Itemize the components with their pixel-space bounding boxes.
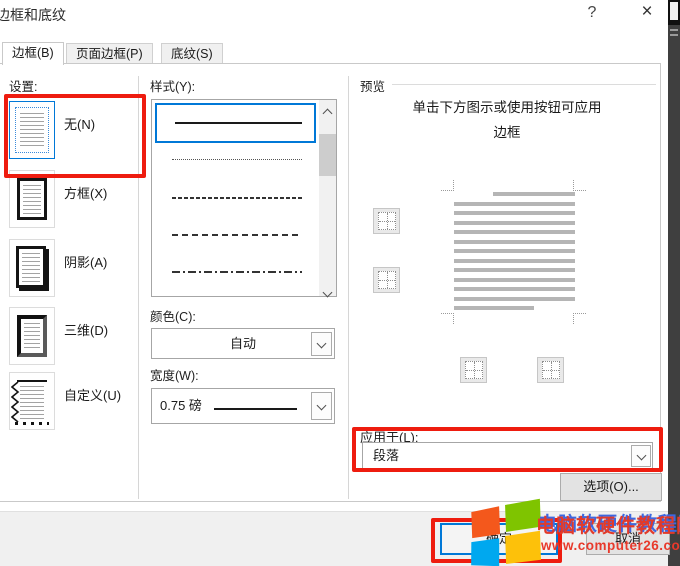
shadow-icon xyxy=(16,246,46,288)
color-combo[interactable]: 自动 xyxy=(151,328,335,359)
box-icon xyxy=(17,178,47,220)
preview-hint-line2: 边框 xyxy=(356,121,658,141)
preview-text-bar xyxy=(454,268,575,272)
right-border-button[interactable] xyxy=(537,357,564,383)
setting-3d-label[interactable]: 三维(D) xyxy=(64,320,108,339)
preview-corner-mark xyxy=(441,180,454,191)
preview-text-bar xyxy=(454,249,575,253)
setting-box-label[interactable]: 方框(X) xyxy=(64,183,107,202)
width-label: 宽度(W): xyxy=(150,365,199,384)
border-grid-icon xyxy=(465,361,483,379)
color-value: 自动 xyxy=(230,336,256,351)
preview-text-bar xyxy=(454,202,575,206)
preview-text-bar xyxy=(454,259,575,263)
tab-borders[interactable]: 边框(B) xyxy=(2,42,64,65)
preview-text-bar xyxy=(454,297,575,301)
divider xyxy=(348,76,349,499)
group-line xyxy=(392,84,656,85)
style-option-dotted[interactable] xyxy=(172,159,302,160)
preview-text-bar xyxy=(454,211,575,215)
width-dropdown-icon[interactable] xyxy=(311,392,332,420)
style-option-dashed[interactable] xyxy=(172,234,302,236)
scroll-thumb[interactable] xyxy=(319,134,336,176)
close-icon[interactable]: × xyxy=(633,0,661,24)
setting-shadow-label[interactable]: 阴影(A) xyxy=(64,252,107,271)
tab-page-border[interactable]: 页面边框(P) xyxy=(66,43,153,65)
watermark-site-name: 电脑软硬件教程网 xyxy=(536,511,680,538)
annotation-highlight-apply-to xyxy=(352,427,663,472)
border-grid-icon xyxy=(378,271,396,289)
preview-text-bar xyxy=(454,278,575,282)
setting-3d[interactable] xyxy=(9,307,55,365)
setting-box[interactable] xyxy=(9,170,55,228)
style-option-dash-dot[interactable] xyxy=(172,271,302,273)
preview-corner-mark xyxy=(441,313,454,324)
style-listbox[interactable] xyxy=(151,99,337,297)
setting-shadow[interactable] xyxy=(9,239,55,297)
settings-label: 设置: xyxy=(9,76,37,95)
border-grid-icon xyxy=(542,361,560,379)
preview-label: 预览 xyxy=(360,76,385,95)
preview-hint-line1: 单击下方图示或使用按钮可应用 xyxy=(356,96,658,116)
preview-text-bar xyxy=(454,306,534,310)
preview-text-bar xyxy=(454,230,575,234)
preview-corner-mark xyxy=(573,313,586,324)
help-icon[interactable]: ? xyxy=(581,2,603,24)
borders-and-shading-dialog: 边框和底纹 ? × 边框(B) 页面边框(P) 底纹(S) 设置: 无(N) 方… xyxy=(0,0,680,566)
top-border-button[interactable] xyxy=(373,208,400,234)
preview-corner-mark xyxy=(573,180,586,191)
width-combo[interactable]: 0.75 磅 xyxy=(151,388,335,424)
background-window-strip xyxy=(668,0,680,566)
preview-text-bar xyxy=(454,240,575,244)
preview-text-bar xyxy=(454,287,575,291)
scroll-down-icon[interactable] xyxy=(324,283,331,290)
three-d-icon xyxy=(17,315,47,357)
annotation-highlight-none xyxy=(4,94,146,178)
preview-text-bar xyxy=(493,192,575,196)
setting-custom-label[interactable]: 自定义(U) xyxy=(64,385,121,404)
bottom-border-button[interactable] xyxy=(373,267,400,293)
watermark-site-url: www.computer26.com xyxy=(541,538,680,553)
color-dropdown-icon[interactable] xyxy=(311,332,332,356)
style-option-solid[interactable] xyxy=(155,103,316,143)
style-scrollbar[interactable] xyxy=(319,100,336,296)
watermark-logo-icon xyxy=(464,498,546,566)
border-grid-icon xyxy=(378,212,396,230)
left-border-button[interactable] xyxy=(460,357,487,383)
custom-icon xyxy=(17,380,47,422)
setting-custom[interactable] xyxy=(9,372,55,430)
width-value: 0.75 磅 xyxy=(160,398,202,413)
scroll-up-icon[interactable] xyxy=(324,104,331,111)
style-label: 样式(Y): xyxy=(150,76,195,95)
preview-text-bar xyxy=(454,221,575,225)
style-option-dashed-dense[interactable] xyxy=(172,197,302,199)
color-label: 颜色(C): xyxy=(150,306,196,325)
options-button[interactable]: 选项(O)... xyxy=(560,473,662,501)
dialog-title: 边框和底纹 xyxy=(0,5,66,25)
width-line-preview xyxy=(214,408,297,410)
tab-shading[interactable]: 底纹(S) xyxy=(161,43,223,65)
